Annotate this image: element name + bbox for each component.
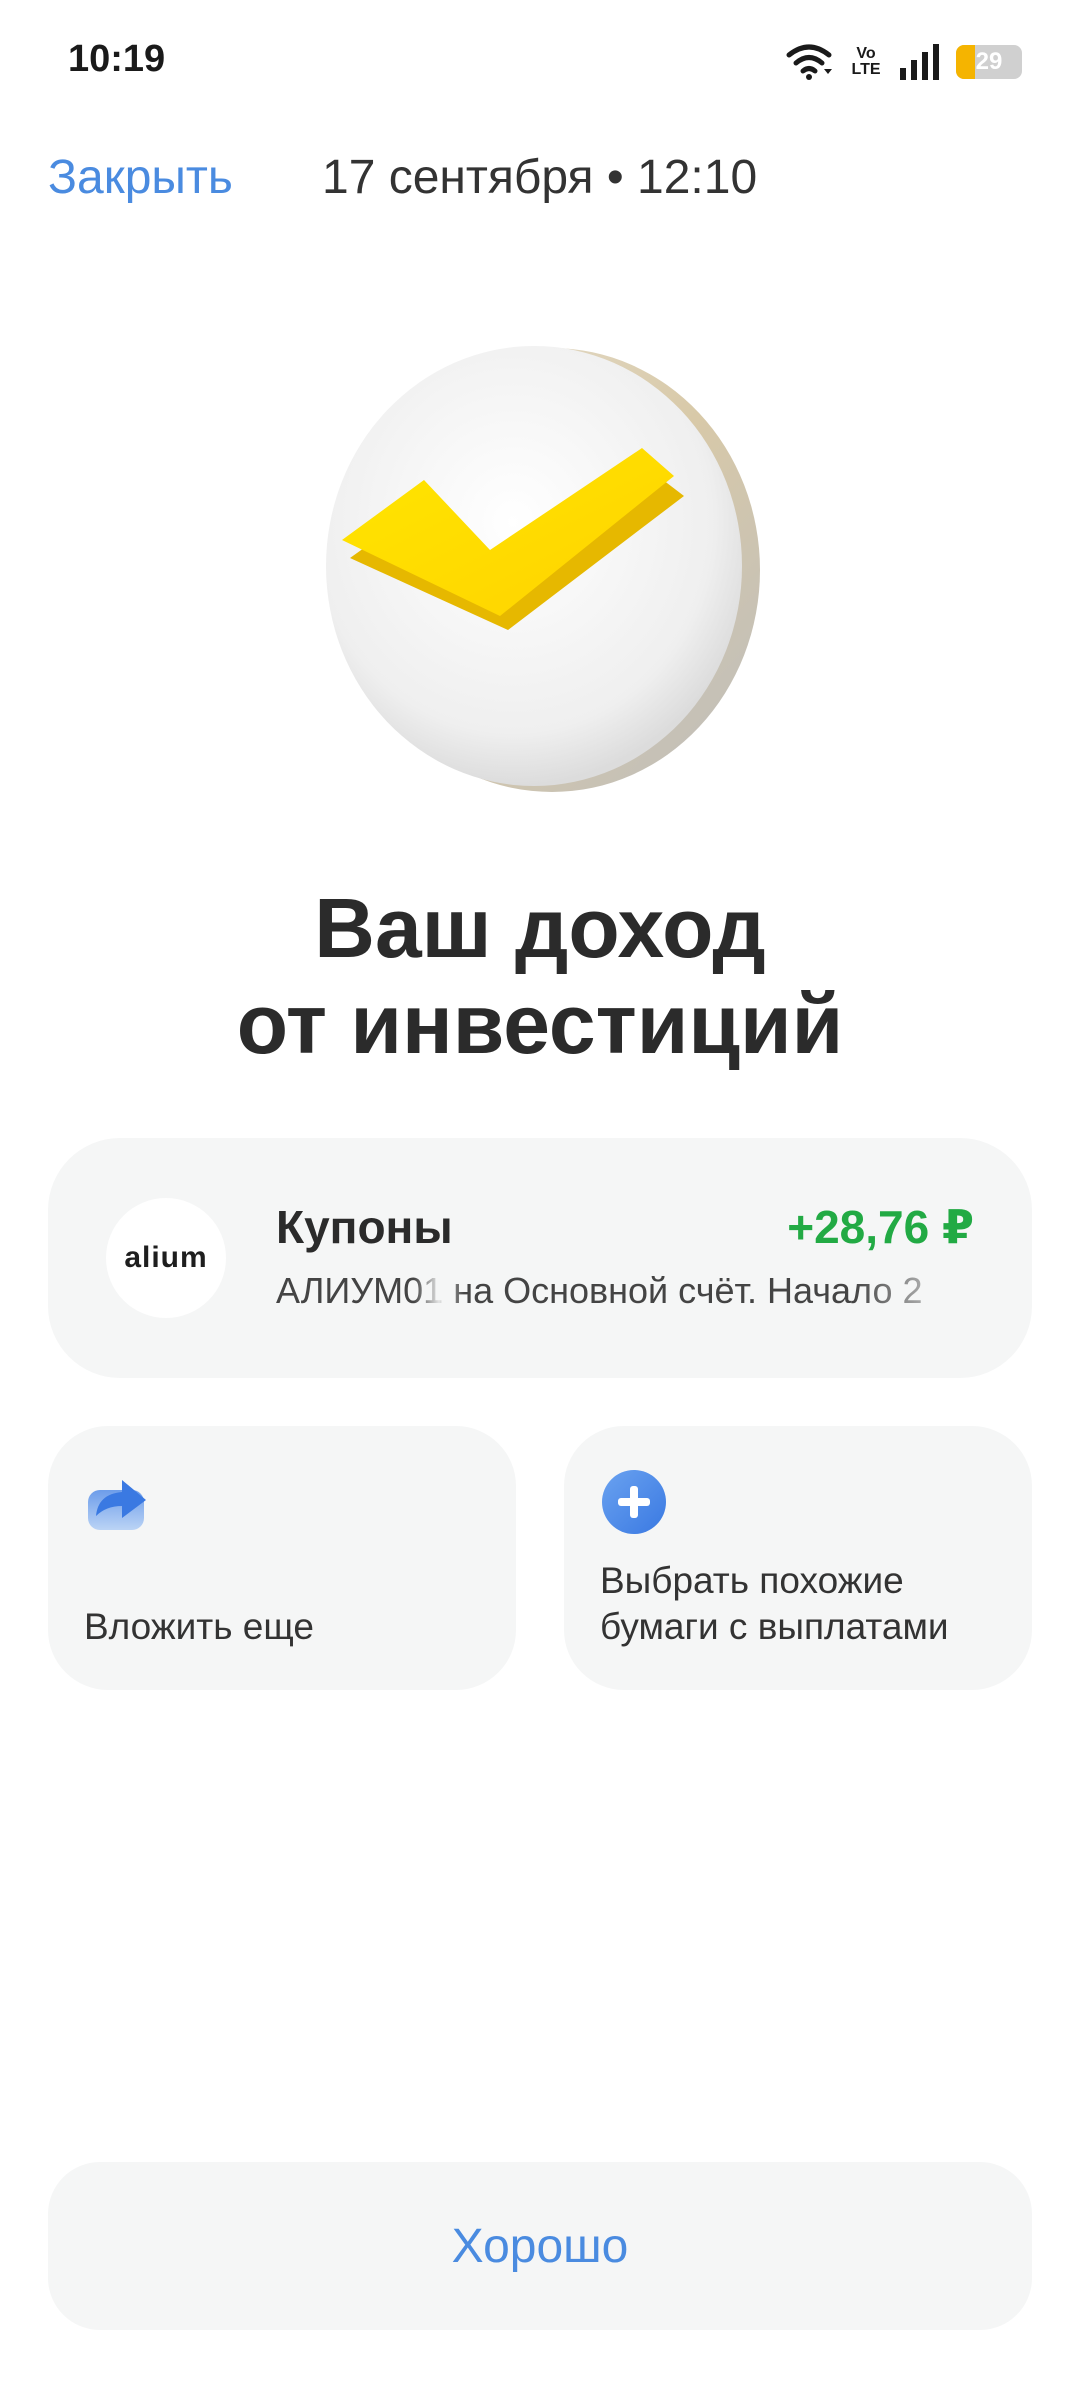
invest-more-label: Вложить еще bbox=[84, 1606, 314, 1647]
coupon-card[interactable]: alium Купоны +28,76 ₽ АЛИУМ01 на Основно… bbox=[48, 1138, 1032, 1378]
page-title-line-2: от инвестиций bbox=[236, 977, 844, 1071]
text-fade-overlay bbox=[854, 1270, 974, 1312]
choose-similar-label-line-2: бумаги с выплатами bbox=[600, 1606, 949, 1647]
coupon-amount: +28,76 ₽ bbox=[787, 1201, 974, 1253]
wifi-icon bbox=[786, 44, 832, 80]
volte-bottom-label: LTE bbox=[851, 61, 881, 78]
checkmark-coin-icon bbox=[312, 330, 772, 800]
page-title-line-1: Ваш доход bbox=[314, 881, 766, 975]
plus-circle-icon bbox=[602, 1470, 666, 1534]
status-icons: Vo LTE 29 bbox=[786, 40, 1022, 84]
battery-level: 29 bbox=[975, 48, 1003, 75]
battery-icon: 29 bbox=[956, 45, 1022, 79]
share-forward-icon bbox=[88, 1480, 146, 1530]
volte-icon: Vo LTE bbox=[848, 46, 884, 78]
header-date: 17 сентября • 12:10 bbox=[322, 151, 758, 204]
status-bar: 10:19 Vo LTE 29 bbox=[0, 0, 1080, 120]
close-button[interactable]: Закрыть bbox=[48, 150, 233, 205]
volte-top-label: Vo bbox=[856, 45, 876, 62]
coupon-title: Купоны bbox=[276, 1201, 453, 1253]
ok-button[interactable]: Хорошо bbox=[48, 2162, 1032, 2330]
issuer-logo: alium bbox=[106, 1198, 226, 1318]
coupon-description-text: АЛИУМ01 на Основной счёт. Начало 2 bbox=[276, 1270, 923, 1311]
header: Закрыть 17 сентября • 12:10 bbox=[0, 140, 1080, 220]
invest-more-button[interactable]: Вложить еще bbox=[48, 1426, 516, 1690]
text-fade-overlay bbox=[414, 1270, 464, 1312]
page-title: Ваш доход от инвестиций bbox=[0, 880, 1080, 1072]
choose-similar-label: Выбрать похожие бумаги с выплатами bbox=[600, 1558, 949, 1650]
signal-icon bbox=[900, 44, 939, 80]
coupon-description: АЛИУМ01 на Основной счёт. Начало 2 bbox=[276, 1270, 974, 1312]
status-time: 10:19 bbox=[68, 38, 166, 80]
choose-similar-label-line-1: Выбрать похожие bbox=[600, 1560, 904, 1601]
choose-similar-button[interactable]: Выбрать похожие бумаги с выплатами bbox=[564, 1426, 1032, 1690]
